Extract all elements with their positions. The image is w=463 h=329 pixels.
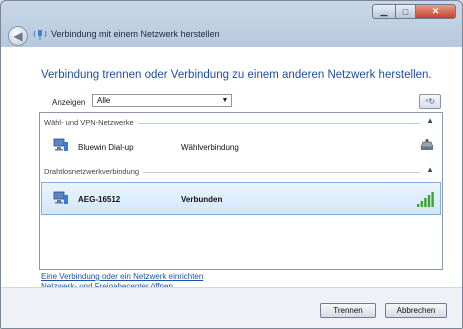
chevron-up-icon[interactable]: ▲ (426, 165, 434, 174)
setup-connection-link[interactable]: Eine Verbindung oder ein Netzwerk einric… (41, 272, 203, 282)
group-header-dialup[interactable]: Wähl- und VPN-Netzwerke ▲ (40, 116, 442, 128)
modem-icon (420, 139, 434, 150)
footer-bar: Trennen Abbrechen (1, 287, 462, 328)
computer-icon (53, 191, 68, 204)
minimize-button[interactable]: ▁ (372, 4, 396, 19)
cancel-button[interactable]: Abbrechen (385, 303, 447, 318)
chevron-up-icon[interactable]: ▲ (426, 116, 434, 125)
connection-name: AEG-16512 (78, 195, 121, 204)
list-item-dialup[interactable]: Bluewin Dial-up Wählverbindung (41, 131, 441, 161)
back-button[interactable]: ◀ (8, 26, 28, 46)
network-list[interactable]: Wähl- und VPN-Netzwerke ▲ Bluewin Dial-u… (39, 112, 443, 270)
group-header-wireless[interactable]: Drahtlosnetzwerkverbindung ▲ (40, 165, 442, 177)
main-content: Verbindung trennen oder Verbindung zu ei… (1, 47, 462, 291)
network-icon (33, 30, 47, 40)
maximize-button[interactable]: □ (396, 4, 416, 19)
group-name: Wähl- und VPN-Netzwerke (44, 118, 138, 127)
connection-name: Bluewin Dial-up (78, 143, 134, 152)
filter-label: Anzeigen (52, 98, 86, 107)
connection-status: Verbunden (181, 195, 223, 204)
list-item-wireless[interactable]: AEG-16512 Verbunden (41, 182, 441, 215)
page-heading: Verbindung trennen oder Verbindung zu ei… (41, 69, 432, 81)
computer-icon (53, 138, 68, 151)
refresh-icon: ⁴↻ (424, 97, 436, 106)
dialog-window: ◀ Verbindung mit einem Netzwerk herstell… (0, 0, 463, 329)
close-button[interactable]: ✕ (416, 4, 456, 19)
filter-select[interactable]: Alle ▼ (92, 94, 232, 107)
filter-value: Alle (97, 96, 111, 105)
title-bar: ◀ Verbindung mit einem Netzwerk herstell… (1, 1, 462, 47)
chevron-down-icon: ▼ (221, 97, 229, 104)
caption-buttons: ▁ □ ✕ (372, 4, 456, 20)
refresh-button[interactable]: ⁴↻ (419, 94, 441, 109)
connection-status: Wählverbindung (181, 143, 239, 152)
window-title: Verbindung mit einem Netzwerk herstellen (51, 29, 220, 39)
signal-strength-icon (417, 192, 434, 207)
group-name: Drahtlosnetzwerkverbindung (44, 167, 144, 176)
disconnect-button[interactable]: Trennen (320, 303, 376, 318)
